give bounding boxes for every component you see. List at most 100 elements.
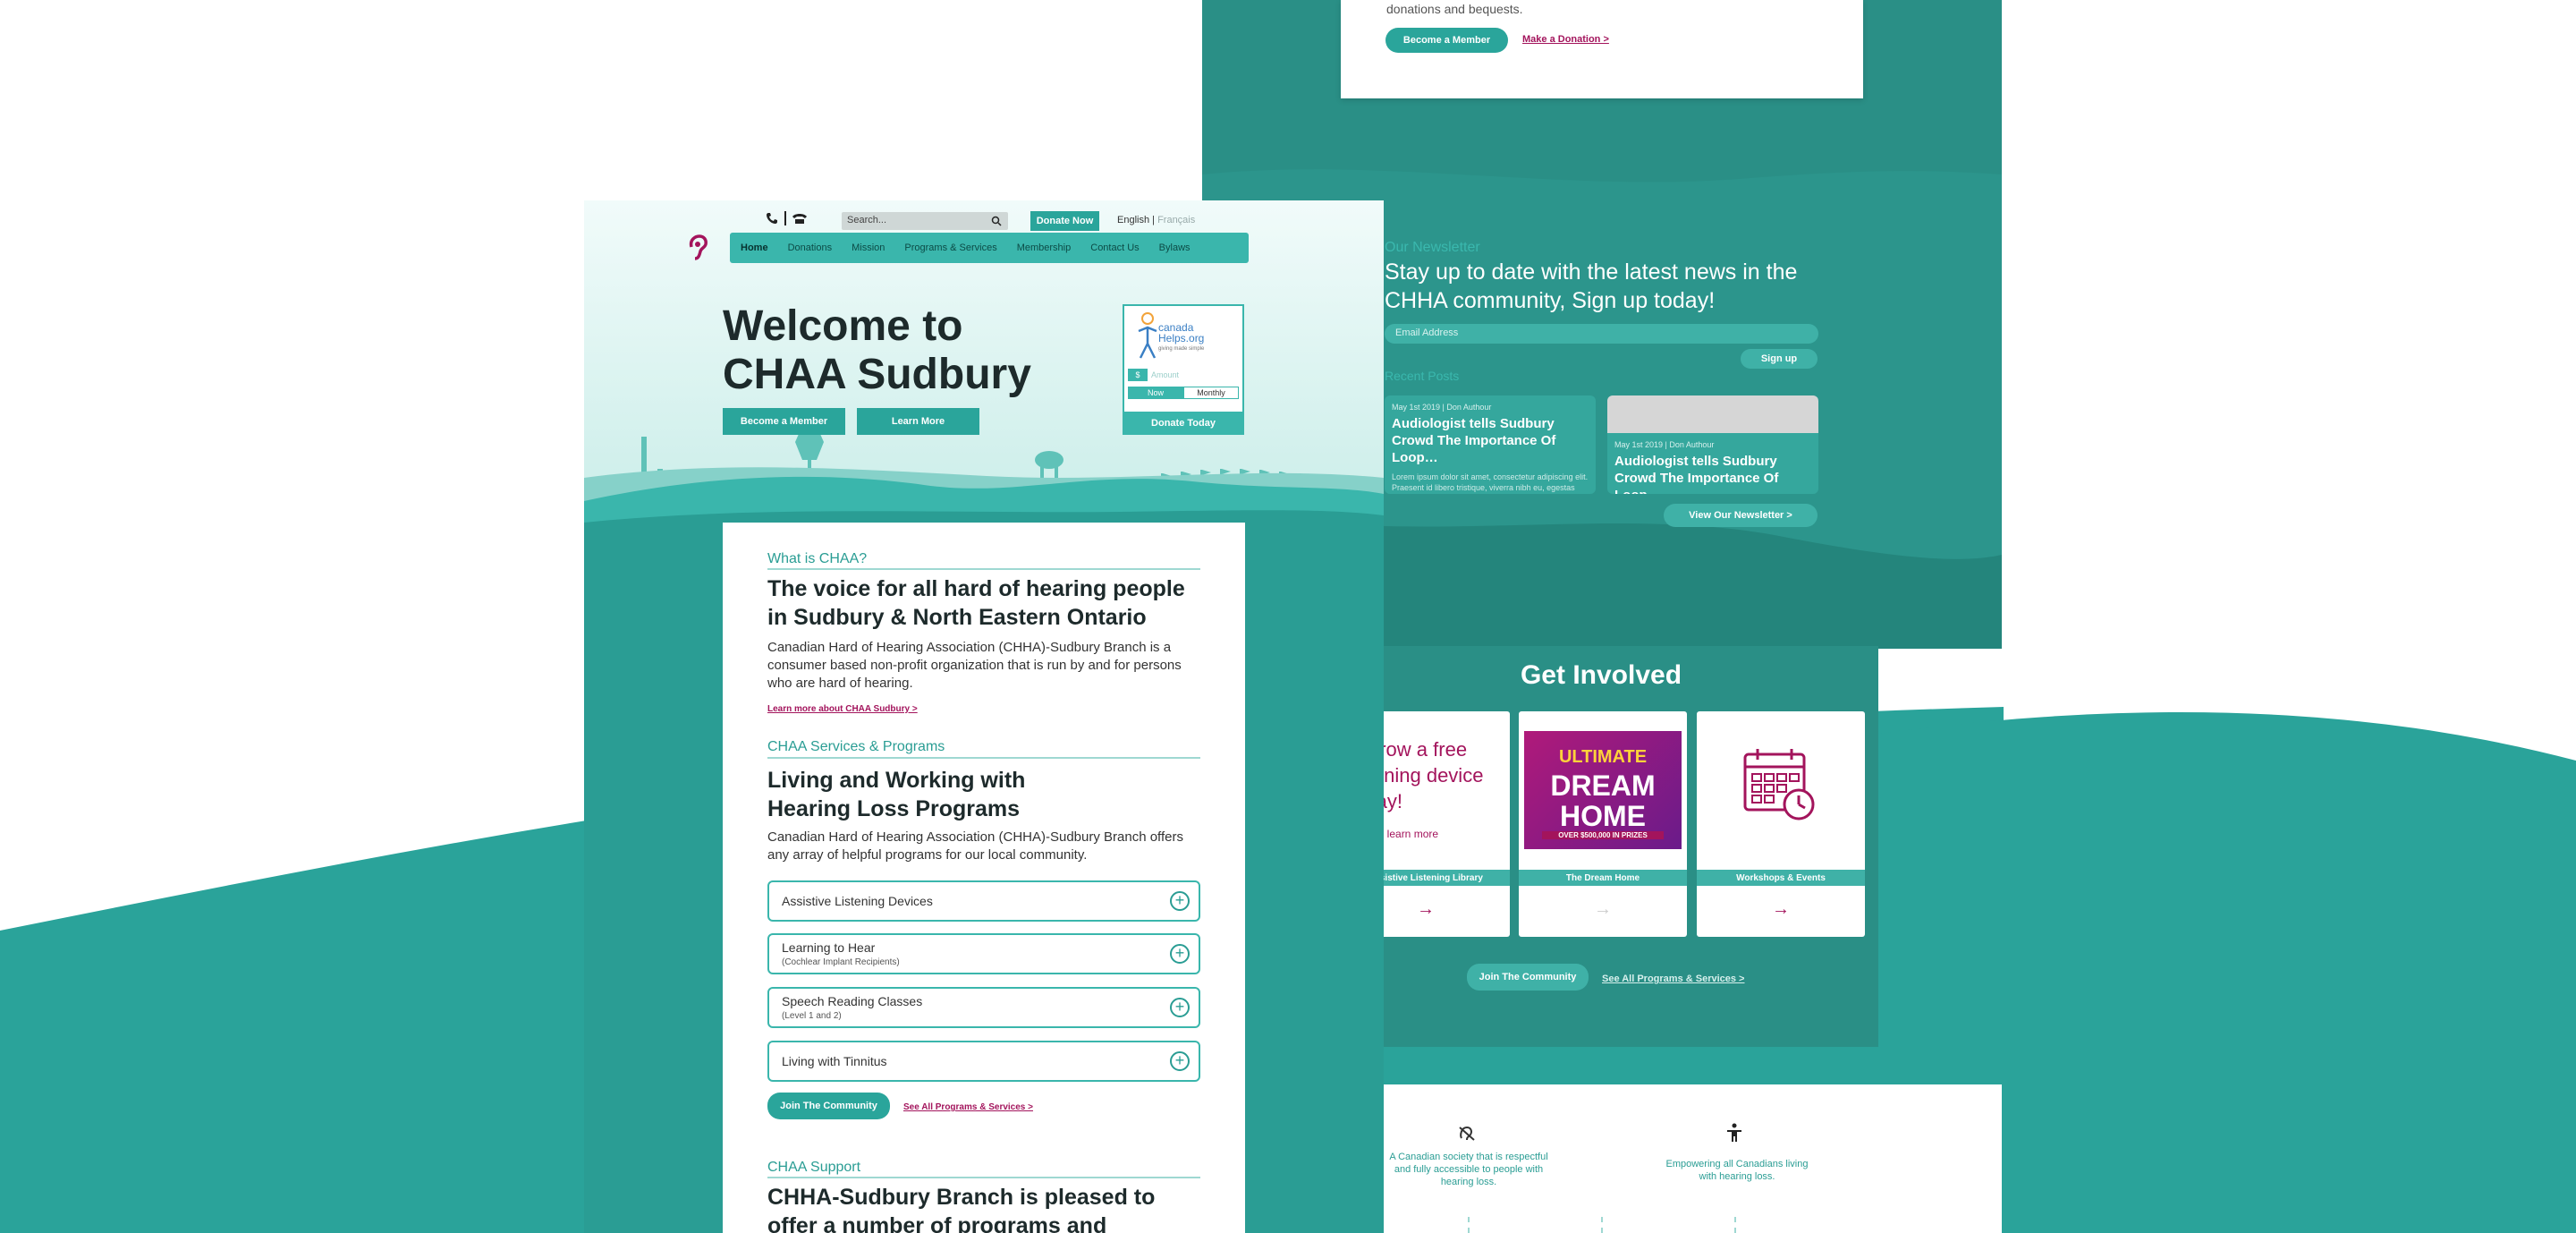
back-make-donation-link[interactable]: Make a Donation > [1522,34,1609,45]
hero-learn-more-button[interactable]: Learn More [857,408,979,435]
what-body: Canadian Hard of Hearing Association (CH… [767,640,1182,691]
accordion-item[interactable]: Learning to Hear (Cochlear Implant Recip… [767,933,1200,974]
newsletter-kicker: Our Newsletter [1385,240,1480,255]
hero-title: Welcome to CHAA Sudbury [723,302,1031,399]
learn-more-about-link[interactable]: Learn more about CHAA Sudbury > [767,704,918,714]
mission-text: Empowering all Canadians living with hea… [1665,1159,1809,1182]
card-label: The Dream Home [1519,870,1687,886]
dashed-divider [1601,1217,1603,1233]
lang-english[interactable]: English [1117,215,1149,225]
calendar-clock-icon [1743,749,1815,821]
section-rule [767,757,1200,759]
brand-tagline: giving made simple [1158,346,1205,352]
post-image [1607,395,1818,433]
canadahelps-logo-icon [1138,312,1157,359]
post-meta: May 1st 2019 | Don Authour [1392,403,1492,412]
accordion-label: Speech Reading Classes [782,994,923,1008]
dashed-divider [1468,1217,1470,1233]
hero-become-member-button[interactable]: Become a Member [723,408,845,435]
ear-logo-icon[interactable] [688,234,708,261]
newsletter-title: Stay up to date with the latest news in … [1385,259,1798,313]
accordion-label: Assistive Listening Devices [782,894,933,908]
services-title: Living and Working with Hearing Loss Pro… [767,768,1026,821]
accessibility-person-icon [1727,1123,1741,1142]
hero-section: Search... Donate Now English | Français … [584,200,1384,558]
nav-mission[interactable]: Mission [852,242,885,253]
plus-circle-icon[interactable]: + [1170,1051,1190,1071]
donate-today-button[interactable]: Donate Today [1123,412,1244,435]
dream-home-top: ULTIMATE [1558,747,1648,767]
get-involved-card-dream-home[interactable]: ULTIMATE DREAM HOME OVER $500,000 IN PRI… [1519,711,1687,937]
post-title: Audiologist tells Sudbury Crowd The Impo… [1614,454,1779,494]
support-title: CHHA-Sudbury Branch is pleased to offer … [767,1185,1156,1233]
post-card[interactable]: May 1st 2019 | Don Authour Audiologist t… [1385,395,1596,494]
newsletter-email-input[interactable]: Email Address [1385,324,1818,344]
accordion-item[interactable]: Assistive Listening Devices + [767,880,1200,922]
newsletter-signup-button[interactable]: Sign up [1741,349,1818,369]
dream-home-main: DREAM HOME [1550,770,1656,832]
brand-line-2: Helps.org [1158,332,1205,344]
language-switcher: English | Français [1117,215,1195,225]
post-title: Audiologist tells Sudbury Crowd The Impo… [1392,416,1556,465]
view-newsletter-button[interactable]: View Our Newsletter > [1664,504,1818,527]
card-label: Workshops & Events [1697,870,1865,886]
nav-membership[interactable]: Membership [1017,242,1072,253]
get-involved-card-workshops[interactable]: Workshops & Events → [1697,711,1865,937]
utility-bar: Search... Donate Now English | Français [584,208,1384,231]
phone-icon[interactable] [766,212,778,225]
dream-home-banner: OVER $500,000 IN PRIZES [1542,831,1664,839]
section-rule [767,1177,1200,1178]
accordion-sub: (Level 1 and 2) [782,1011,842,1021]
front-mockup: Search... Donate Now English | Français … [584,200,1384,1233]
canadahelps-donation-widget: canada Helps.org giving made simple $ Am… [1123,304,1244,435]
post-excerpt: Lorem ipsum dolor sit amet, consectetur … [1392,472,1589,492]
what-kicker: What is CHAA? [767,551,868,566]
gi-join-community-button[interactable]: Join The Community [1467,964,1589,991]
arrow-right-icon[interactable]: → [1697,899,1865,920]
arrow-right-icon[interactable]: → [1519,899,1687,920]
nav-donations[interactable]: Donations [788,242,833,253]
donate-now-button[interactable]: Donate Now [1030,211,1099,231]
search-input[interactable]: Search... [842,212,1008,230]
plus-circle-icon[interactable]: + [1170,944,1190,964]
accordion-item[interactable]: Living with Tinnitus + [767,1041,1200,1082]
lang-francais[interactable]: Français [1157,215,1195,225]
accordion-item[interactable]: Speech Reading Classes (Level 1 and 2) + [767,987,1200,1028]
support-kicker: CHAA Support [767,1160,861,1175]
search-icon[interactable] [991,216,1002,226]
main-nav: Home Donations Mission Programs & Servic… [730,233,1249,263]
hero-title-line-2: CHAA Sudbury [723,351,1031,398]
divider [784,211,786,225]
frequency-now-toggle[interactable]: Now [1128,387,1183,399]
post-card[interactable]: May 1st 2019 | Don Authour Audiologist t… [1607,395,1818,494]
lang-separator: | [1149,215,1158,225]
services-kicker: CHAA Services & Programs [767,739,945,754]
plus-circle-icon[interactable]: + [1170,998,1190,1017]
join-community-button[interactable]: Join The Community [767,1093,890,1119]
tty-icon[interactable] [792,212,808,225]
hero-title-line-1: Welcome to [723,302,963,350]
accordion-label: Learning to Hear [782,940,876,955]
frequency-monthly-toggle[interactable]: Monthly [1183,387,1239,399]
plus-circle-icon[interactable]: + [1170,891,1190,911]
nav-home[interactable]: Home [741,242,768,253]
back-become-member-button[interactable]: Become a Member [1385,28,1508,53]
nav-contact-us[interactable]: Contact Us [1090,242,1139,253]
see-all-programs-link[interactable]: See All Programs & Services > [903,1102,1033,1112]
vision-text: A Canadian society that is respectful an… [1389,1152,1548,1187]
content-card: What is CHAA? The voice for all hard of … [723,523,1245,1233]
hearing-icon [1459,1126,1475,1141]
recent-posts-kicker: Recent Posts [1385,369,1460,383]
nav-bylaws[interactable]: Bylaws [1159,242,1191,253]
canadahelps-brand: canada Helps.org giving made simple [1158,322,1204,354]
gi-see-all-link[interactable]: See All Programs & Services > [1602,974,1744,984]
accordion-sub: (Cochlear Implant Recipients) [782,957,900,967]
dashed-divider [1734,1217,1736,1233]
dream-home-image: ULTIMATE DREAM HOME OVER $500,000 IN PRI… [1524,731,1682,849]
nav-programs-services[interactable]: Programs & Services [904,242,996,253]
section-rule [767,568,1200,570]
post-meta: May 1st 2019 | Don Authour [1614,440,1715,449]
what-title: The voice for all hard of hearing people… [767,576,1185,630]
accordion-label: Living with Tinnitus [782,1054,887,1068]
amount-input[interactable]: Amount [1151,369,1239,381]
